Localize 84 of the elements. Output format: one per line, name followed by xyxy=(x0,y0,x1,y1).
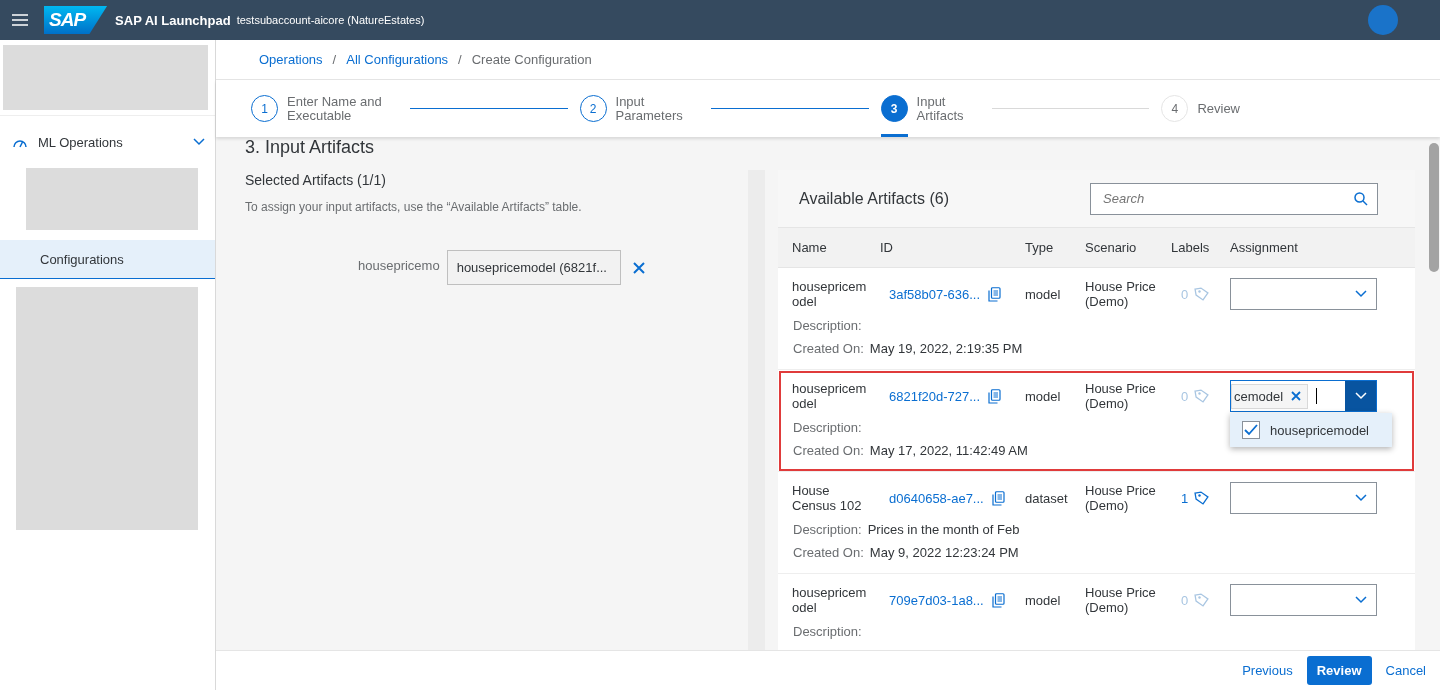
field-value: May 9, 2022 12:23:24 PM xyxy=(869,545,1019,560)
assigned-artifact-field: housepricemodel (6821f... xyxy=(446,250,621,285)
section-title: 3. Input Artifacts xyxy=(245,137,376,158)
label-count: 0 xyxy=(1181,286,1189,302)
copy-icon[interactable] xyxy=(988,388,1002,404)
copy-icon[interactable] xyxy=(991,490,1005,506)
label-count: 0 xyxy=(1181,388,1189,404)
label-count: 0 xyxy=(1181,592,1189,608)
id-link[interactable]: d0640658-ae7... xyxy=(889,490,984,506)
label-count[interactable]: 1 xyxy=(1181,490,1189,506)
breadcrumb-separator: / xyxy=(458,52,462,67)
app-title: SAP AI Launchpad xyxy=(115,12,231,28)
column-header: Scenario xyxy=(1085,240,1138,255)
assignment-combobox[interactable] xyxy=(1230,482,1377,514)
tag-icon xyxy=(1194,286,1211,302)
checkbox[interactable] xyxy=(1242,421,1260,439)
copy-icon[interactable] xyxy=(988,286,1002,302)
field-label: Description: xyxy=(793,420,862,435)
breadcrumb-link[interactable]: All Configurations xyxy=(346,52,449,67)
table-cell-text: housepricemodel xyxy=(792,279,868,309)
copy-icon[interactable] xyxy=(991,592,1005,608)
table-cell-text: House Price (Demo) xyxy=(1085,483,1157,513)
text-cursor xyxy=(1316,388,1318,404)
table-cell-text: model xyxy=(1025,592,1062,608)
hint-text: To assign your input artifacts, use the “Available Artifacts” table. xyxy=(245,200,583,214)
search-field[interactable]: Search xyxy=(1090,182,1378,215)
assignment-combobox[interactable] xyxy=(1230,584,1377,616)
field-label: Description: xyxy=(793,624,862,639)
tag-icon xyxy=(1194,388,1211,404)
step-number[interactable]: 3 xyxy=(880,95,908,122)
breadcrumb-current: Create Configuration xyxy=(471,52,592,67)
search-icon[interactable] xyxy=(1354,191,1368,206)
remove-icon[interactable] xyxy=(632,262,645,274)
table-cell-text: model xyxy=(1025,286,1062,302)
column-header: Type xyxy=(1025,240,1055,255)
column-header: ID xyxy=(880,240,894,255)
assignment-combobox[interactable] xyxy=(1230,278,1377,310)
step-label: Input Artifacts xyxy=(916,94,964,123)
dropdown-option[interactable]: housepricemodel xyxy=(1230,413,1392,447)
field-label: Created On: xyxy=(793,341,864,356)
table-cell-text: House Price (Demo) xyxy=(1085,279,1157,309)
step-label: Input Parameters xyxy=(615,94,683,123)
tag-icon xyxy=(1194,490,1211,506)
id-link[interactable]: 3af58b07-636... xyxy=(889,286,981,302)
avatar[interactable] xyxy=(1368,5,1398,35)
section-subtitle: Selected Artifacts (1/1) xyxy=(245,172,387,188)
field-value: Prices in the month of Feb xyxy=(867,522,1020,537)
table-cell-text: housepricemodel xyxy=(792,585,868,615)
table-cell-text: House Price (Demo) xyxy=(1085,381,1157,411)
field-label: Description: xyxy=(793,522,862,537)
field-label: Created On: xyxy=(793,545,864,560)
id-link[interactable]: 709e7d03-1a8... xyxy=(889,592,984,608)
nav-item[interactable]: Configurations xyxy=(0,240,215,279)
breadcrumb-link[interactable]: Operations xyxy=(259,52,323,67)
breadcrumb-separator: / xyxy=(332,52,337,67)
field-label: housepricemo xyxy=(358,258,440,273)
token[interactable]: cemodel xyxy=(1231,383,1309,409)
table-cell-text: dataset xyxy=(1025,490,1069,506)
tag-icon xyxy=(1194,592,1211,608)
account-name: testsubaccount-aicore (NatureEstates) xyxy=(236,14,425,26)
panel-title: Available Artifacts (6) xyxy=(799,189,949,208)
table-cell-text: House Price (Demo) xyxy=(1085,585,1157,615)
current-step-indicator xyxy=(880,134,908,137)
chevron-icon xyxy=(193,138,205,146)
text-button[interactable]: Cancel xyxy=(1375,656,1436,685)
field-label: Created On: xyxy=(793,443,864,458)
column-header: Name xyxy=(792,240,828,255)
field-value: May 17, 2022, 11:42:49 AM xyxy=(869,443,1028,458)
primary-button[interactable]: Review xyxy=(1306,656,1372,685)
logo[interactable]: SAP xyxy=(44,6,108,34)
menu-icon[interactable] xyxy=(12,14,28,26)
step-label: Review xyxy=(1197,101,1240,116)
table-cell-text: housepricemodel xyxy=(792,381,868,411)
column-header: Labels xyxy=(1171,240,1211,255)
column-header: Assignment xyxy=(1230,240,1299,255)
field-value: May 19, 2022, 2:19:35 PM xyxy=(869,341,1023,356)
field-label: Description: xyxy=(793,318,862,333)
assignment-combobox[interactable]: cemodel xyxy=(1230,380,1377,412)
text-button[interactable]: Previous xyxy=(1232,656,1303,685)
remove-icon[interactable] xyxy=(1291,391,1302,401)
table-cell-text: model xyxy=(1025,388,1062,404)
table-cell-text: House Census 102 xyxy=(792,483,863,513)
step-label: Enter Name and Executable xyxy=(287,94,382,123)
id-link[interactable]: 6821f20d-727... xyxy=(889,388,981,404)
